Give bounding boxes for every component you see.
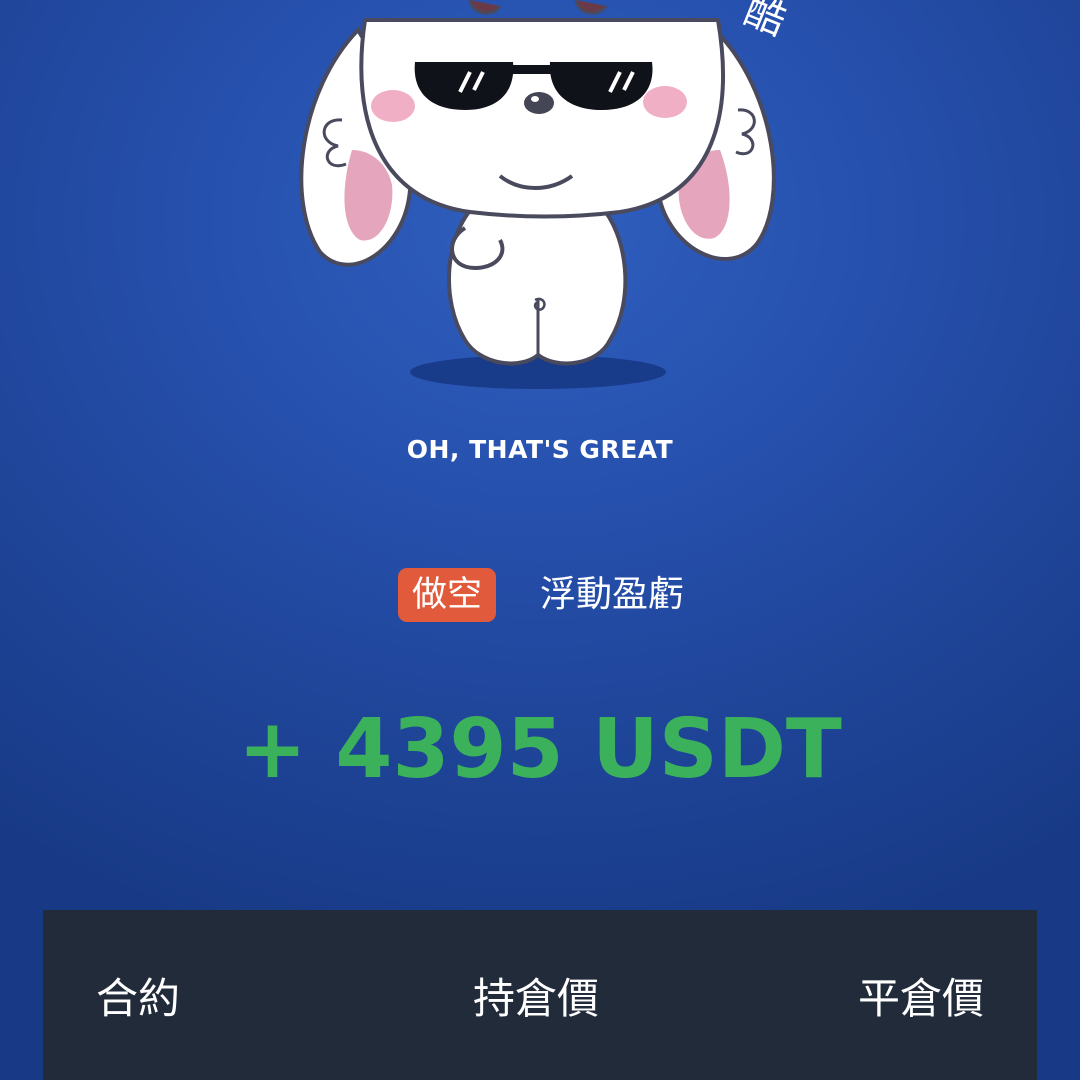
pnl-amount: + 4395 USDT — [238, 702, 842, 797]
position-details-panel: 合約 持倉價 平倉價 — [43, 910, 1037, 1080]
floating-pnl-label: 浮動盈虧 — [540, 574, 685, 615]
entry-price-column-header: 持倉價 — [473, 974, 600, 1023]
close-price-column-header: 平倉價 — [857, 974, 984, 1023]
pnl-share-card: 酷 OH, THAT'S GREAT 做空 浮動盈虧 + 4395 USDT 合… — [0, 0, 1080, 1080]
position-info: 做空 浮動盈虧 — [0, 566, 1080, 626]
tagline: OH, THAT'S GREAT — [406, 435, 674, 464]
side-badge: 做空 — [398, 568, 496, 622]
mascot-illustration: 酷 — [280, 0, 800, 400]
sunglasses-bunny-icon — [299, 0, 776, 389]
contract-column-header: 合約 — [96, 974, 181, 1023]
